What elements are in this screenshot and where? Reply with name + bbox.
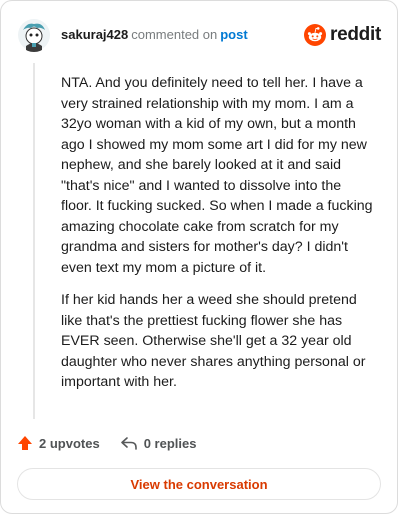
comment-card: sakuraj428 commented on post reddit NTA. A… <box>0 0 398 514</box>
upvote-arrow-icon <box>18 436 32 450</box>
upvote-count: 2 upvotes <box>39 435 100 451</box>
username[interactable]: sakuraj428 <box>61 27 128 42</box>
user-avatar[interactable] <box>17 18 51 52</box>
comment-actions: 2 upvotes 0 replies <box>17 433 216 453</box>
reddit-brand[interactable]: reddit <box>304 24 381 46</box>
thread-line <box>33 63 35 419</box>
view-conversation-button[interactable]: View the conversation <box>17 468 381 500</box>
comment-verb: commented on <box>131 27 218 42</box>
reddit-logo-icon <box>304 24 327 46</box>
reply-arrow-icon <box>120 437 137 450</box>
post-link[interactable]: post <box>220 27 247 42</box>
reply-button[interactable]: 0 replies <box>120 435 197 451</box>
comment-paragraph: NTA. And you definitely need to tell her… <box>61 75 373 276</box>
comment-header: sakuraj428 commented on post reddit <box>17 15 381 55</box>
snoo-avatar-icon <box>18 19 50 52</box>
upvote-button[interactable]: 2 upvotes <box>17 435 100 451</box>
comment-body: NTA. And you definitely need to tell her… <box>61 73 373 405</box>
reply-count: 0 replies <box>143 435 197 451</box>
reddit-wordmark: reddit <box>330 24 381 45</box>
comment-paragraph: If her kid hands her a weed she should p… <box>61 292 366 390</box>
comment-meta: sakuraj428 commented on post <box>61 27 248 43</box>
